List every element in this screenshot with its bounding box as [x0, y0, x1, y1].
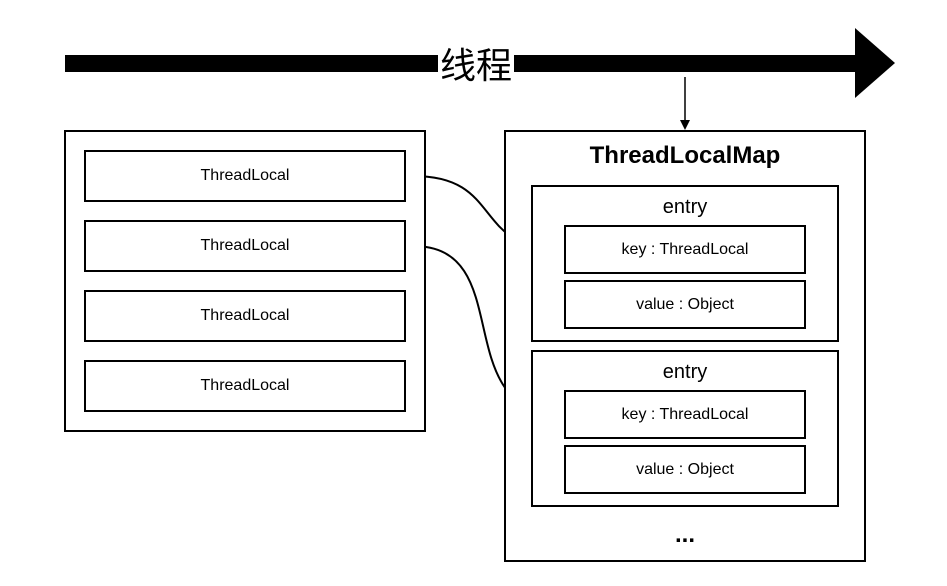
threadlocal-item-label: ThreadLocal: [200, 237, 290, 254]
threadlocal-item: ThreadLocal: [84, 360, 406, 412]
threadlocal-item-label: ThreadLocal: [200, 377, 290, 394]
thread-to-map-connector: [680, 77, 690, 130]
entry-value: value : Object: [564, 445, 806, 494]
threadlocal-item-label: ThreadLocal: [200, 307, 290, 324]
thread-arrow-head: [855, 28, 895, 98]
threadlocalmap-title: ThreadLocalMap: [589, 142, 781, 169]
entry-title: entry: [662, 195, 708, 218]
entry-title: entry: [662, 360, 708, 383]
entry-value-label: value : Object: [636, 460, 734, 478]
threadlocal-item: ThreadLocal: [84, 220, 406, 272]
entry-key-label: key : ThreadLocal: [621, 405, 749, 423]
threadlocal-item: ThreadLocal: [84, 150, 406, 202]
threadlocal-item-label: ThreadLocal: [200, 167, 290, 184]
entry-value-label: value : Object: [636, 295, 734, 313]
entry-key: key : ThreadLocal: [564, 390, 806, 439]
thread-label: 线程: [438, 40, 515, 87]
threadlocal-item: ThreadLocal: [84, 290, 406, 342]
more-entries-ellipsis: ...: [674, 521, 695, 548]
thread-to-map-arrowhead: [680, 120, 690, 130]
entry-key: key : ThreadLocal: [564, 225, 806, 274]
entry-value: value : Object: [564, 280, 806, 329]
entry-key-label: key : ThreadLocal: [621, 240, 749, 258]
